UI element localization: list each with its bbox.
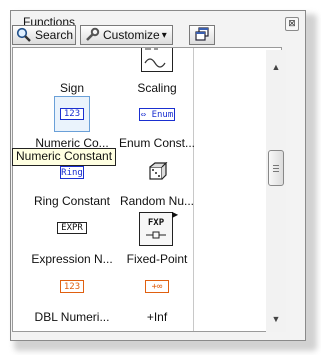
item-label: Fixed-Point — [126, 252, 188, 266]
scroll-down-arrow-icon[interactable]: ▼ — [271, 314, 281, 324]
dbl-numeric-constant-icon: 123 — [60, 280, 84, 293]
item-label: DBL Numeri... — [34, 310, 110, 324]
submenu-arrow-icon: ▶ — [172, 210, 179, 219]
numeric-constant-icon: 123 — [60, 108, 84, 120]
scaling-icon — [141, 48, 173, 72]
palette-toolbar: Search Customize ▾ — [12, 25, 232, 47]
item-label: Scaling — [137, 81, 177, 95]
close-button[interactable]: ⊠ — [285, 17, 299, 31]
positive-infinity-icon: +∞ — [145, 280, 169, 293]
search-button[interactable]: Search — [12, 25, 76, 45]
palette-content: Sign Scaling 123 Numeric Co... ⇔ Enum En… — [12, 47, 282, 332]
fixed-point-folder-icon: FXP — [139, 212, 173, 246]
ring-constant-icon: Ring — [60, 166, 84, 179]
wrench-icon — [84, 27, 100, 43]
window-stack-icon — [194, 26, 210, 45]
magnifier-icon — [16, 27, 32, 43]
item-label: Random Nu... — [119, 194, 195, 208]
dice-icon — [148, 161, 168, 187]
scroll-up-arrow-icon[interactable]: ▲ — [271, 62, 281, 72]
fixed-point-glyph: FXP — [147, 218, 165, 228]
item-label: Enum Const... — [118, 136, 196, 150]
item-label: Expression N... — [31, 252, 113, 266]
customize-button[interactable]: Customize ▾ — [80, 25, 173, 45]
search-label: Search — [35, 28, 74, 42]
scrollbar-thumb[interactable] — [268, 150, 284, 186]
palette-scrollbar[interactable]: ▲ ▼ — [266, 50, 286, 332]
palette-view-button[interactable] — [189, 25, 215, 45]
item-label: +Inf — [146, 310, 168, 324]
chevron-down-icon: ▾ — [161, 29, 167, 41]
expression-node-icon: EXPR — [57, 222, 87, 234]
customize-label: Customize — [103, 28, 160, 42]
item-label: Ring Constant — [33, 194, 111, 208]
enum-constant-icon: ⇔ Enum — [139, 108, 175, 121]
tooltip: Numeric Constant — [12, 148, 117, 166]
item-label: Sign — [59, 81, 85, 95]
